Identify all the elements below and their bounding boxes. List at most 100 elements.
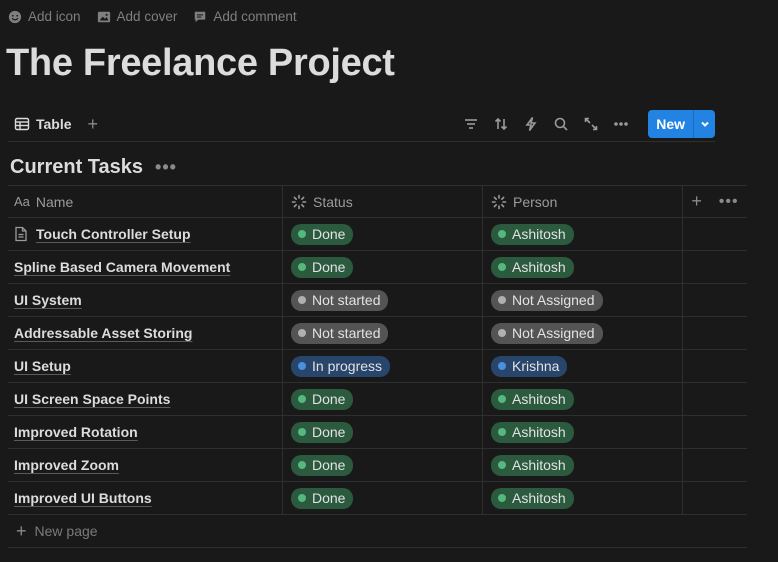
status-cell[interactable]: Done	[283, 251, 483, 283]
add-icon-button[interactable]: Add icon	[8, 9, 81, 24]
table-row[interactable]: Spline Based Camera Movement Done Ashitosh	[8, 251, 747, 284]
task-name[interactable]: UI Setup	[14, 358, 71, 374]
person-cell[interactable]: Krishna	[483, 350, 683, 382]
name-cell[interactable]: UI Screen Space Points	[8, 383, 283, 415]
name-cell[interactable]: Addressable Asset Storing	[8, 317, 283, 349]
name-cell[interactable]: Touch Controller Setup	[8, 218, 283, 250]
table-row[interactable]: UI Screen Space Points Done Ashitosh	[8, 383, 747, 416]
name-cell[interactable]: Improved Rotation	[8, 416, 283, 448]
row-empty-cell	[683, 251, 747, 283]
person-label: Ashitosh	[512, 490, 566, 506]
table-row[interactable]: Touch Controller Setup Done Ashitosh	[8, 218, 747, 251]
task-name[interactable]: UI Screen Space Points	[14, 391, 170, 407]
task-name[interactable]: Improved UI Buttons	[14, 490, 152, 506]
comment-icon	[195, 11, 206, 22]
status-cell[interactable]: Done	[283, 383, 483, 415]
status-dot-icon	[298, 461, 306, 469]
person-badge: Not Assigned	[491, 289, 603, 311]
header-more-icon[interactable]: •••	[719, 193, 739, 211]
table-row[interactable]: Improved Zoom Done Ashitosh	[8, 449, 747, 482]
task-name[interactable]: Spline Based Camera Movement	[14, 259, 230, 275]
search-icon[interactable]	[552, 115, 570, 133]
tab-table[interactable]: Table	[8, 116, 78, 132]
status-cell[interactable]: Not started	[283, 284, 483, 316]
table-row[interactable]: Improved UI Buttons Done Ashitosh	[8, 482, 747, 515]
status-label: In progress	[312, 358, 383, 374]
new-dropdown-chevron-icon[interactable]	[693, 109, 715, 138]
new-page-row[interactable]: + New page	[8, 515, 747, 548]
person-column-label: Person	[513, 193, 558, 210]
new-button: New	[648, 109, 715, 138]
person-cell[interactable]: Not Assigned	[483, 317, 683, 349]
header-actions: + •••	[683, 186, 747, 217]
tab-table-label: Table	[36, 115, 72, 132]
status-badge: In progress	[291, 355, 391, 377]
name-cell[interactable]: UI System	[8, 284, 283, 316]
database-more-icon[interactable]: •••	[155, 157, 177, 178]
more-options-icon[interactable]	[612, 115, 630, 133]
filter-icon[interactable]	[462, 115, 480, 133]
status-cell[interactable]: Done	[283, 416, 483, 448]
new-button-label[interactable]: New	[648, 109, 693, 138]
status-cell[interactable]: Done	[283, 449, 483, 481]
person-label: Ashitosh	[512, 424, 566, 440]
status-cell[interactable]: In progress	[283, 350, 483, 382]
person-badge: Ashitosh	[491, 388, 574, 410]
person-cell[interactable]: Ashitosh	[483, 449, 683, 481]
row-empty-cell	[683, 449, 747, 481]
row-empty-cell	[683, 383, 747, 415]
task-name[interactable]: Touch Controller Setup	[36, 226, 191, 242]
status-cell[interactable]: Not started	[283, 317, 483, 349]
lightning-icon[interactable]	[522, 115, 540, 133]
name-column-header[interactable]: Aa Name	[8, 186, 283, 217]
table-row[interactable]: UI Setup In progress Krishna	[8, 350, 747, 383]
task-name[interactable]: UI System	[14, 292, 82, 308]
status-badge: Done	[291, 388, 354, 410]
add-property-plus-icon[interactable]: +	[691, 191, 702, 212]
status-badge: Done	[291, 487, 354, 509]
person-cell[interactable]: Ashitosh	[483, 251, 683, 283]
person-label: Ashitosh	[512, 226, 566, 242]
database-title-text[interactable]: Current Tasks	[10, 156, 143, 179]
name-cell[interactable]: Improved UI Buttons	[8, 482, 283, 514]
image-icon	[97, 11, 110, 22]
person-dot-icon	[498, 362, 506, 370]
person-badge: Ashitosh	[491, 487, 574, 509]
person-spinner-icon	[491, 194, 507, 209]
add-view-plus-icon[interactable]: +	[88, 115, 99, 133]
status-cell[interactable]: Done	[283, 218, 483, 250]
status-label: Done	[312, 457, 346, 473]
add-cover-button[interactable]: Add cover	[97, 9, 177, 24]
status-column-header[interactable]: Status	[283, 186, 483, 217]
name-cell[interactable]: Improved Zoom	[8, 449, 283, 481]
person-cell[interactable]: Not Assigned	[483, 284, 683, 316]
status-badge: Done	[291, 421, 354, 443]
task-name[interactable]: Addressable Asset Storing	[14, 325, 192, 341]
table-row[interactable]: UI System Not started Not Assigned	[8, 284, 747, 317]
task-name[interactable]: Improved Zoom	[14, 457, 119, 473]
add-comment-button[interactable]: Add comment	[193, 9, 297, 24]
person-column-header[interactable]: Person	[483, 186, 683, 217]
person-label: Ashitosh	[512, 391, 566, 407]
status-label: Not started	[312, 292, 381, 308]
status-label: Not started	[312, 325, 381, 341]
person-cell[interactable]: Ashitosh	[483, 416, 683, 448]
task-name[interactable]: Improved Rotation	[14, 424, 138, 440]
name-cell[interactable]: UI Setup	[8, 350, 283, 382]
add-comment-label: Add comment	[213, 9, 297, 24]
status-dot-icon	[298, 263, 306, 271]
person-label: Krishna	[512, 358, 560, 374]
person-cell[interactable]: Ashitosh	[483, 482, 683, 514]
status-badge: Not started	[291, 289, 389, 311]
page-title[interactable]: The Freelance Project	[6, 42, 395, 85]
person-cell[interactable]: Ashitosh	[483, 218, 683, 250]
row-empty-cell	[683, 317, 747, 349]
person-cell[interactable]: Ashitosh	[483, 383, 683, 415]
person-dot-icon	[498, 329, 506, 337]
table-row[interactable]: Improved Rotation Done Ashitosh	[8, 416, 747, 449]
expand-icon[interactable]	[582, 115, 600, 133]
table-row[interactable]: Addressable Asset Storing Not started Not …	[8, 317, 747, 350]
status-cell[interactable]: Done	[283, 482, 483, 514]
name-cell[interactable]: Spline Based Camera Movement	[8, 251, 283, 283]
sort-icon[interactable]	[492, 115, 510, 133]
